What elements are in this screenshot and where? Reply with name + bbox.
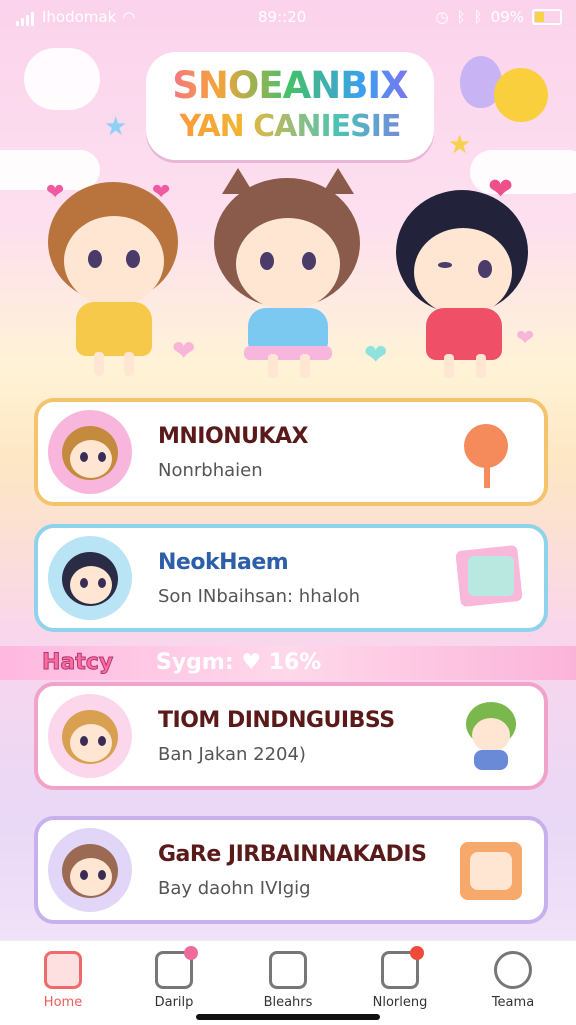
boards-icon	[269, 951, 307, 989]
banner-label: Hatcy	[41, 650, 114, 676]
promo-banner: Hatcy Sygm: ♥ 16%	[0, 646, 576, 680]
heart-icon: ❤	[172, 334, 196, 367]
profile-icon	[494, 951, 532, 989]
card-subtitle: Ban Jakan 2204)	[158, 744, 306, 765]
status-bar: Ihodomak ◠ 89::20 ◷ ᛒ ᛒ 09%	[0, 0, 576, 36]
character-center	[208, 168, 368, 378]
gift-box-icon	[452, 832, 530, 908]
lollipop-icon	[452, 414, 530, 490]
character-left: ❤ ❤	[40, 178, 190, 378]
banner-stats: Sygm: ♥ 16%	[156, 650, 322, 675]
star-icon: ★	[448, 130, 472, 160]
list-item-card[interactable]: MNIONUKAX Nonrbhaien	[34, 398, 548, 506]
battery-percent: 09%	[490, 8, 524, 26]
list-item-card[interactable]: NeokHaem Son INbaihsan: hhaloh	[34, 524, 548, 632]
tab-daily[interactable]: Darilp	[124, 946, 224, 1010]
card-title: GaRe JIRBAINNAKADIS	[158, 842, 427, 867]
tab-label: Teama	[491, 995, 535, 1010]
notification-badge	[184, 946, 198, 960]
cloud-mascot	[24, 48, 100, 110]
tab-home[interactable]: Home	[13, 951, 113, 1010]
avatar	[48, 410, 132, 494]
avatar	[48, 536, 132, 620]
chibi-boy-icon	[452, 698, 530, 774]
star-icon: ★	[104, 112, 128, 142]
home-indicator[interactable]	[196, 1014, 380, 1020]
tab-label: Nlorleng	[372, 995, 428, 1010]
home-icon	[44, 951, 82, 989]
battery-icon	[532, 9, 562, 25]
bluetooth-icon: ᛒ	[473, 8, 483, 26]
app-title-logo: SNOEANBIX YAN CANIESIE	[146, 52, 434, 160]
carrier-name: Ihodomak	[42, 8, 117, 26]
daily-icon	[155, 946, 198, 989]
bottom-tab-bar: Home Darilp Bleahrs Nlorleng Teama	[0, 940, 576, 1025]
bluetooth-icon: ᛒ	[456, 8, 466, 26]
tab-label: Bleahrs	[263, 995, 313, 1010]
list-item-card[interactable]: TIOM DINDNGUIBSS Ban Jakan 2204)	[34, 682, 548, 790]
tab-label: Home	[43, 995, 83, 1010]
wifi-icon: ◠	[122, 8, 136, 26]
title-line-2: YAN CANIESIE	[146, 108, 434, 146]
avatar	[48, 694, 132, 778]
card-title: NeokHaem	[158, 550, 289, 575]
message-icon	[381, 946, 424, 989]
heart-icon: ❤	[364, 338, 388, 371]
heart-icon: ❤	[516, 326, 535, 351]
status-time: 89::20	[258, 8, 307, 26]
card-subtitle: Son INbaihsan: hhaloh	[158, 586, 361, 607]
tab-messages[interactable]: Nlorleng	[350, 946, 450, 1010]
tab-label: Darilp	[154, 995, 194, 1010]
sun-face-balloon	[494, 68, 548, 122]
avatar	[48, 828, 132, 912]
tab-boards[interactable]: Bleahrs	[238, 951, 338, 1010]
signal-icon	[16, 8, 36, 26]
title-line-1: SNOEANBIX	[146, 64, 434, 108]
alarm-icon: ◷	[435, 8, 449, 26]
card-title: MNIONUKAX	[158, 424, 309, 449]
tab-profile[interactable]: Teama	[463, 951, 563, 1010]
notification-badge	[410, 946, 424, 960]
list-item-card[interactable]: GaRe JIRBAINNAKADIS Bay daohn IVIgig	[34, 816, 548, 924]
card-subtitle: Nonrbhaien	[158, 460, 263, 481]
card-title: TIOM DINDNGUIBSS	[158, 708, 395, 733]
card-subtitle: Bay daohn IVIgig	[158, 878, 311, 899]
photo-frame-icon	[452, 540, 530, 616]
